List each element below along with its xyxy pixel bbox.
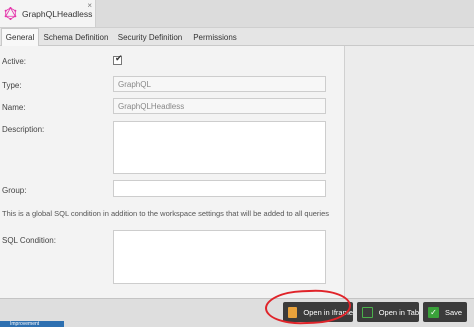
check-icon: ✓ [428,306,439,318]
tab-permissions[interactable]: Permissions [190,28,240,46]
group-label: Group: [2,186,27,195]
active-checkbox[interactable]: ✔ [113,53,123,65]
empty-area [345,46,474,298]
graphql-icon [4,7,17,20]
checkmark-icon: ✔ [115,53,123,63]
tab-general[interactable]: General [1,28,39,47]
group-field[interactable] [113,180,326,197]
name-label: Name: [2,103,26,112]
name-field[interactable]: GraphQLHeadless [113,98,326,114]
window-tab-strip [96,0,474,28]
open-in-tab-label: Open in Tab [378,307,419,317]
description-label: Description: [2,125,45,134]
external-link-icon [362,306,373,318]
tab-security-definition[interactable]: Security Definition [114,28,186,46]
description-field[interactable] [113,121,326,174]
sql-condition-note: This is a global SQL condition in additi… [2,209,329,218]
improvement-badge: Improvement [0,321,64,327]
tab-schema-definition[interactable]: Schema Definition [42,28,110,46]
type-label: Type: [2,81,22,90]
window-title: GraphQLHeadless [22,8,93,19]
window-tab-graphql[interactable]: GraphQLHeadless × [0,0,96,28]
active-label: Active: [2,57,27,66]
open-in-tab-button[interactable]: Open in Tab [357,302,419,322]
type-field: GraphQL [113,76,326,92]
save-label: Save [445,307,463,317]
sql-condition-field[interactable] [113,230,326,284]
close-icon[interactable]: × [87,2,92,10]
save-button[interactable]: ✓ Save [423,302,467,322]
sql-condition-label: SQL Condition: [2,236,56,245]
